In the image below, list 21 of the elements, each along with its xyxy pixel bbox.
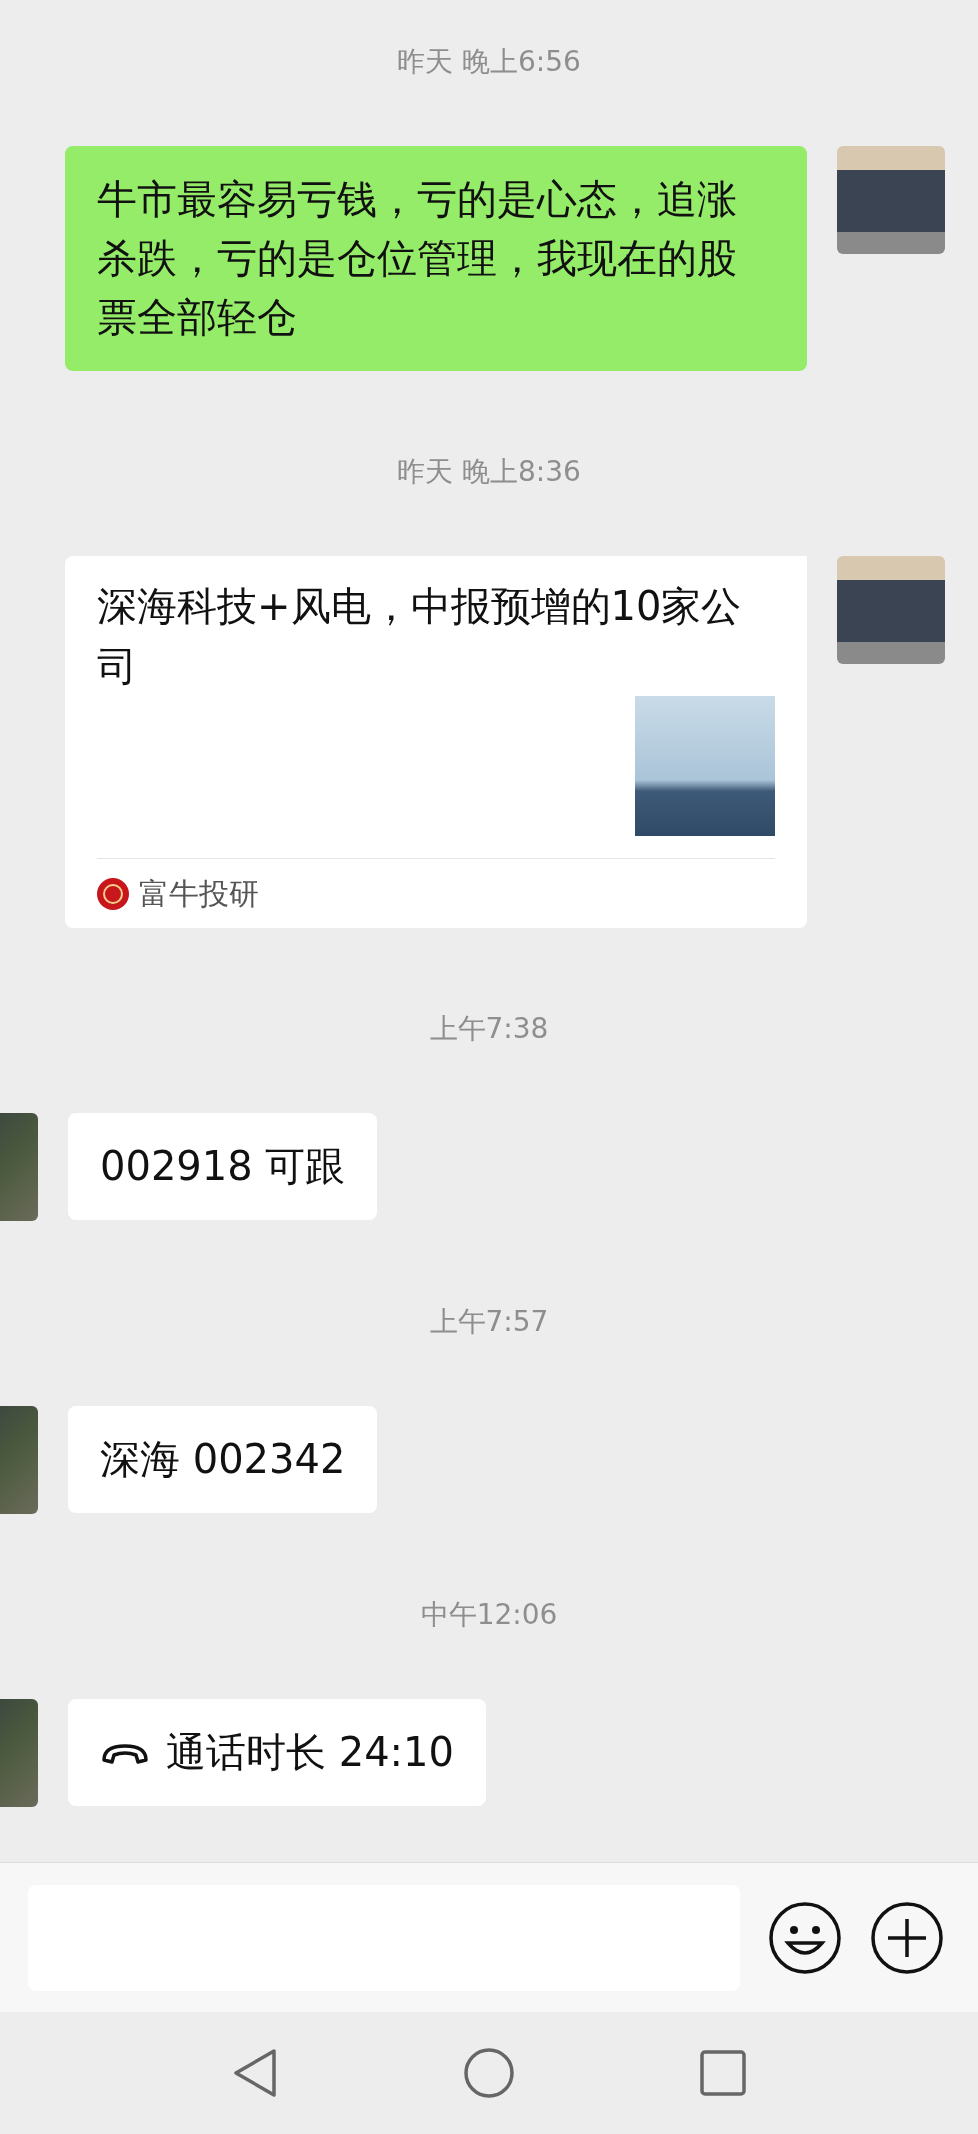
- timestamp: 昨天 晚上8:36: [397, 454, 581, 490]
- recents-icon[interactable]: [699, 2050, 746, 2096]
- timestamp: 上午7:57: [429, 1304, 549, 1340]
- source-logo-icon: [97, 877, 129, 910]
- home-icon[interactable]: [463, 2047, 515, 2099]
- link-card[interactable]: 深海科技+风电，中报预增的10家公司 富牛投研: [65, 556, 807, 928]
- plus-icon[interactable]: [870, 1900, 944, 1975]
- message-bubble: 002918 可跟: [68, 1113, 378, 1220]
- message-bubble: 牛市最容易亏钱，亏的是心态，追涨杀跌，亏的是仓位管理，我现在的股票全部轻仓: [65, 146, 807, 371]
- message-bubble: 深海 002342: [68, 1406, 378, 1513]
- call-duration-text: 通话时长 24:10: [166, 1728, 454, 1777]
- avatar-photo-placeholder[interactable]: [837, 556, 945, 664]
- call-record-bubble[interactable]: 通话时长 24:10: [68, 1699, 486, 1806]
- link-title: 深海科技+风电，中报预增的10家公司: [97, 582, 743, 691]
- back-icon[interactable]: [232, 2047, 279, 2099]
- avatar-photo-placeholder[interactable]: [837, 146, 945, 254]
- timestamp: 昨天 晚上6:56: [397, 44, 581, 80]
- timestamp: 上午7:38: [429, 1011, 549, 1047]
- source-name: 富牛投研: [139, 875, 259, 913]
- timestamp: 中午12:06: [420, 1597, 558, 1633]
- emoji-icon[interactable]: [768, 1900, 842, 1975]
